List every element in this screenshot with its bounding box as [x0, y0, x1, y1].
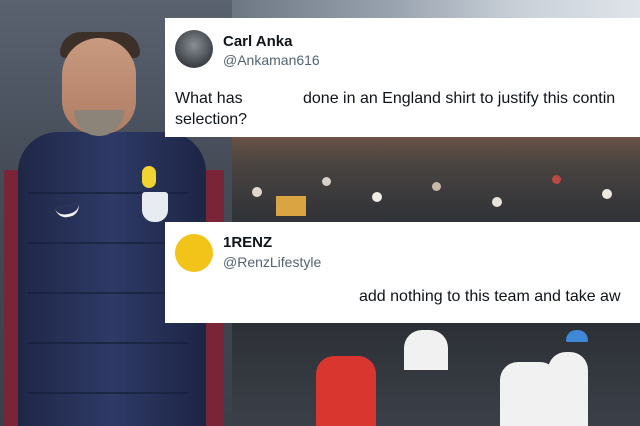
display-name[interactable]: 1RENZ — [223, 234, 272, 251]
tweet-text: add nothing to this team and take aw — [359, 288, 621, 305]
display-name[interactable]: Carl Anka — [223, 33, 292, 50]
fan-blue-cap — [566, 330, 588, 342]
tweet-text: What has — [175, 90, 243, 107]
fan-white-shirt — [404, 330, 448, 370]
fan-white-shirt — [548, 352, 588, 426]
fan-red-shirt — [316, 356, 376, 426]
crowd-sign — [276, 196, 306, 216]
user-avatar[interactable] — [175, 30, 213, 68]
tweet-card[interactable]: Carl Anka @Ankaman616 What has done in a… — [165, 18, 640, 137]
user-handle[interactable]: @RenzLifestyle — [223, 254, 321, 270]
three-lions-badge — [142, 192, 168, 222]
tweet-card[interactable]: 1RENZ @RenzLifestyle add nothing to this… — [165, 222, 640, 323]
user-avatar[interactable] — [175, 234, 213, 272]
user-handle[interactable]: @Ankaman616 — [223, 52, 320, 68]
tweet-text: selection? — [175, 111, 248, 128]
street-photo-top — [232, 0, 640, 18]
sponsor-logo — [142, 166, 156, 188]
tweet-text: done in an England shirt to justify this… — [303, 90, 616, 107]
